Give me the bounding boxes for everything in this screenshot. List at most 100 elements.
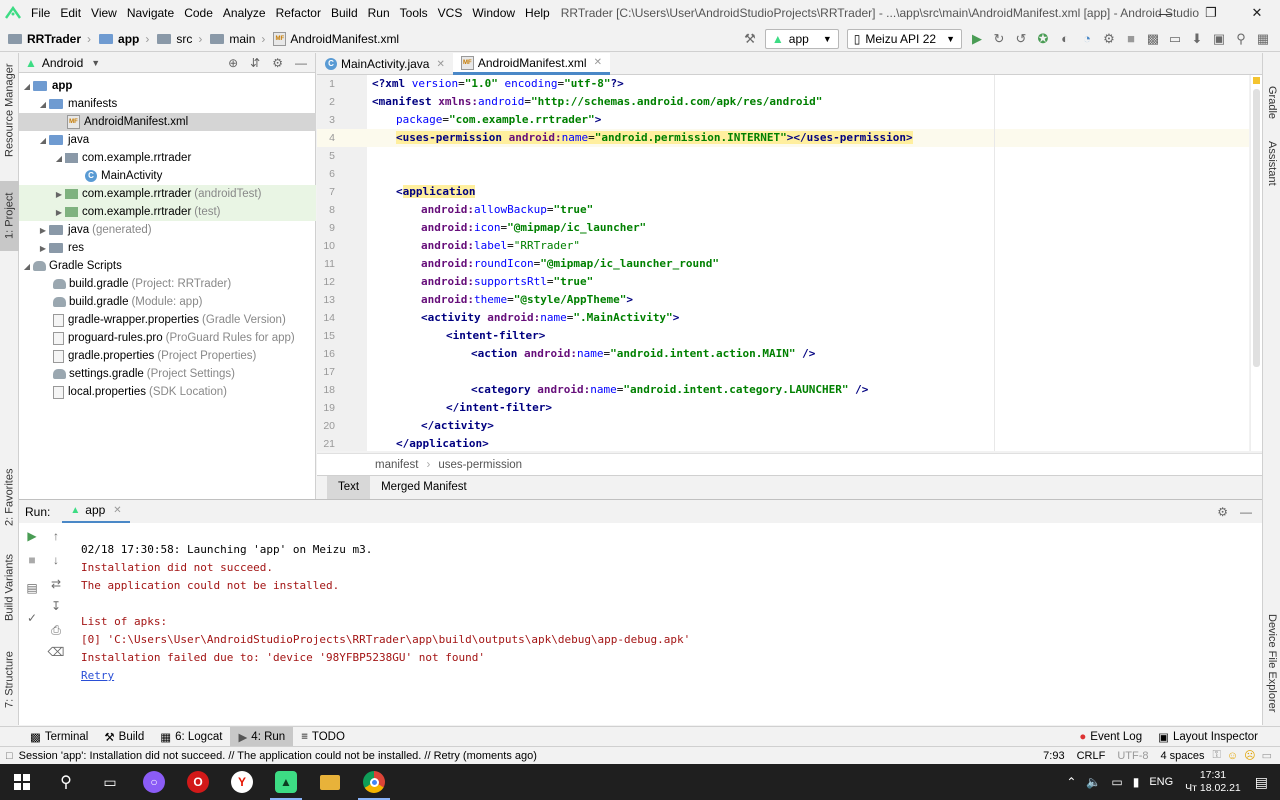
volume-icon[interactable]: 🔈 bbox=[1086, 775, 1101, 789]
editor-scrollbar[interactable] bbox=[1250, 75, 1262, 451]
tab-merged-manifest[interactable]: Merged Manifest bbox=[370, 476, 478, 499]
menu-edit[interactable]: Edit bbox=[55, 0, 86, 26]
trash-icon[interactable]: ⌫ bbox=[47, 643, 65, 661]
tool-terminal[interactable]: ▩ Terminal bbox=[22, 727, 96, 747]
run-tab-app[interactable]: ▲ app ✕ bbox=[62, 500, 130, 524]
run-icon[interactable]: ▶ bbox=[966, 28, 988, 50]
hide-icon[interactable]: — bbox=[1240, 505, 1252, 519]
stop-icon[interactable]: ■ bbox=[1120, 28, 1142, 50]
task-view-icon[interactable]: ▭ bbox=[88, 764, 132, 800]
sdk-manager-icon[interactable]: ⬇ bbox=[1186, 28, 1208, 50]
menu-navigate[interactable]: Navigate bbox=[122, 0, 179, 26]
breadcrumb-project[interactable]: RRTrader › bbox=[0, 32, 95, 46]
notifications-icon[interactable]: ▤ bbox=[1255, 774, 1268, 791]
menu-vcs[interactable]: VCS bbox=[433, 0, 468, 26]
tree-item-res[interactable]: ▶ res bbox=[19, 239, 316, 257]
gear-icon[interactable]: ⚙ bbox=[272, 56, 283, 70]
tree-item-app[interactable]: ◢ app bbox=[19, 77, 316, 95]
device-select[interactable]: ▯ Meizu API 22 ▼ bbox=[846, 28, 962, 49]
close-icon[interactable]: ✕ bbox=[1234, 0, 1280, 26]
happy-face-icon[interactable]: ☺ bbox=[1227, 750, 1238, 762]
stop-icon[interactable]: ■ bbox=[23, 551, 41, 569]
profile-icon[interactable]: ◔ bbox=[1076, 28, 1098, 50]
crumb-uses-permission[interactable]: uses-permission bbox=[438, 459, 522, 471]
down-arrow-icon[interactable]: ↓ bbox=[47, 551, 65, 569]
lock-icon[interactable]: ⚿ bbox=[1213, 749, 1221, 762]
code-editor[interactable]: <?xml version="1.0" encoding="utf-8"?> <… bbox=[367, 75, 1249, 451]
menu-help[interactable]: Help bbox=[520, 0, 555, 26]
tree-item-java[interactable]: ◢ java bbox=[19, 131, 316, 149]
project-view-select[interactable]: Android bbox=[42, 56, 83, 70]
menu-refactor[interactable]: Refactor bbox=[271, 0, 326, 26]
debug-icon[interactable]: ✪ bbox=[1032, 28, 1054, 50]
scroll-thumb[interactable] bbox=[1253, 89, 1260, 367]
caret-position[interactable]: 7:93 bbox=[1043, 750, 1064, 762]
close-tab-icon[interactable]: ✕ bbox=[594, 57, 602, 68]
rerun-icon[interactable]: ▶ bbox=[23, 527, 41, 545]
tree-item-package-test[interactable]: ▶ com.example.rrtrader (test) bbox=[19, 203, 316, 221]
menu-analyze[interactable]: Analyze bbox=[218, 0, 271, 26]
tool-build[interactable]: ⚒ Build bbox=[96, 727, 152, 747]
tool-todo[interactable]: ≡ TODO bbox=[293, 727, 353, 747]
android-studio-app-icon[interactable]: ▲ bbox=[264, 764, 308, 800]
language-indicator[interactable]: ENG bbox=[1149, 776, 1173, 788]
layout-icon[interactable]: ▤ bbox=[23, 579, 41, 597]
minimize-icon[interactable]: — bbox=[1142, 0, 1188, 26]
menu-view[interactable]: View bbox=[86, 0, 122, 26]
sad-face-icon[interactable]: ☹ bbox=[1244, 749, 1255, 762]
tool-event-log[interactable]: ● Event Log bbox=[1071, 727, 1150, 747]
tab-device-file-explorer[interactable]: Device File Explorer bbox=[1263, 608, 1280, 718]
tree-item-build-gradle-project[interactable]: build.gradle (Project: RRTrader) bbox=[19, 275, 316, 293]
breadcrumb-main[interactable]: main › bbox=[206, 32, 269, 46]
menu-code[interactable]: Code bbox=[179, 0, 218, 26]
tab-project[interactable]: 1: Project bbox=[0, 181, 19, 251]
run-console[interactable]: 02/18 17:30:58: Launching 'app' on Meizu… bbox=[19, 523, 1262, 725]
breadcrumb-file[interactable]: MF AndroidManifest.xml bbox=[269, 31, 403, 46]
opera-app-icon[interactable]: O bbox=[176, 764, 220, 800]
windows-start-icon[interactable] bbox=[0, 764, 44, 800]
tree-item-manifests[interactable]: ◢ manifests bbox=[19, 95, 316, 113]
search-icon[interactable]: ⚲ bbox=[44, 764, 88, 800]
memory-icon[interactable]: ▭ bbox=[1262, 749, 1272, 762]
scroll-to-end-icon[interactable]: ↧ bbox=[47, 597, 65, 615]
menu-build[interactable]: Build bbox=[326, 0, 363, 26]
battery-icon[interactable]: ▮ bbox=[1133, 775, 1140, 789]
tree-item-gradle-wrapper[interactable]: gradle-wrapper.properties (Gradle Version… bbox=[19, 311, 316, 329]
alice-app-icon[interactable]: ○ bbox=[132, 764, 176, 800]
print-icon[interactable]: ⎙ bbox=[47, 621, 65, 639]
soft-wrap-icon[interactable]: ⇄ bbox=[47, 575, 65, 593]
run-config-select[interactable]: ▲ app ▼ bbox=[764, 28, 839, 49]
menu-window[interactable]: Window bbox=[467, 0, 520, 26]
tree-item-local-properties[interactable]: local.properties (SDK Location) bbox=[19, 383, 316, 401]
retry-link[interactable]: Retry bbox=[81, 667, 114, 685]
tool-layout-inspector[interactable]: ▣ Layout Inspector bbox=[1150, 727, 1266, 747]
tab-text[interactable]: Text bbox=[327, 475, 371, 499]
tree-item-java-generated[interactable]: ▶ java (generated) bbox=[19, 221, 316, 239]
hide-icon[interactable]: — bbox=[295, 56, 307, 70]
breadcrumb-app[interactable]: app › bbox=[95, 32, 153, 46]
apply-changes-icon[interactable]: ↻ bbox=[988, 28, 1010, 50]
tree-item-build-gradle-module[interactable]: build.gradle (Module: app) bbox=[19, 293, 316, 311]
hammer-icon[interactable]: ⚒ bbox=[739, 28, 761, 50]
clock[interactable]: 17:31 Чт 18.02.21 bbox=[1185, 769, 1241, 795]
menu-file[interactable]: File bbox=[26, 0, 55, 26]
tab-assistant[interactable]: Assistant bbox=[1263, 123, 1280, 203]
status-message[interactable]: Session 'app': Installation did not succ… bbox=[19, 750, 537, 762]
crumb-manifest[interactable]: manifest bbox=[375, 459, 418, 471]
show-hidden-icons-icon[interactable]: ⌃ bbox=[1066, 775, 1076, 789]
menu-tools[interactable]: Tools bbox=[395, 0, 433, 26]
settings-icon[interactable]: ▦ bbox=[1252, 28, 1274, 50]
attach-debugger-icon[interactable]: ⚙ bbox=[1098, 28, 1120, 50]
menu-run[interactable]: Run bbox=[363, 0, 395, 26]
apply-code-icon[interactable]: ↺ bbox=[1010, 28, 1032, 50]
sync-gradle-icon[interactable]: ▩ bbox=[1142, 28, 1164, 50]
pin-icon[interactable]: ✓ bbox=[23, 609, 41, 627]
breadcrumb-src[interactable]: src › bbox=[153, 32, 206, 46]
tree-item-mainactivity[interactable]: C MainActivity bbox=[19, 167, 316, 185]
network-icon[interactable]: ▭ bbox=[1111, 775, 1122, 789]
tree-item-gradle-scripts[interactable]: ◢ Gradle Scripts bbox=[19, 257, 316, 275]
tab-androidmanifest[interactable]: MF AndroidManifest.xml ✕ bbox=[452, 53, 610, 75]
tree-item-androidmanifest[interactable]: MF AndroidManifest.xml bbox=[19, 113, 316, 131]
layout-inspector-icon[interactable]: ▣ bbox=[1208, 28, 1230, 50]
yandex-browser-icon[interactable]: Y bbox=[220, 764, 264, 800]
